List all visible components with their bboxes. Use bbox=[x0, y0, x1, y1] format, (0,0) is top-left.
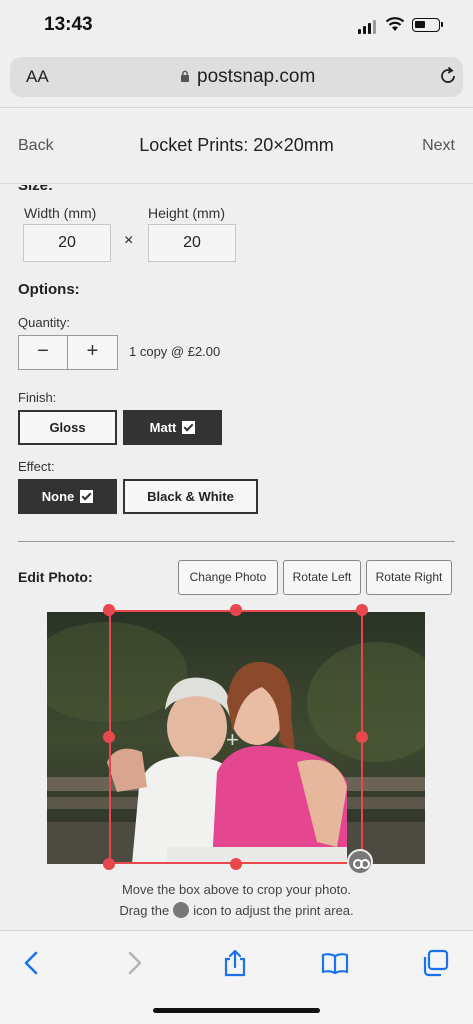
edit-photo-heading: Edit Photo: bbox=[18, 569, 93, 585]
checkbox-checked-icon bbox=[80, 490, 94, 503]
finish-label: Finish: bbox=[18, 390, 57, 405]
share-icon[interactable] bbox=[221, 949, 249, 977]
width-input[interactable]: 20 bbox=[23, 224, 111, 262]
crop-hint-line1: Move the box above to crop your photo. bbox=[121, 882, 352, 897]
size-heading: Size: bbox=[18, 185, 54, 194]
quantity-stepper: − + bbox=[18, 335, 118, 370]
hint-text-pre: Drag the bbox=[119, 903, 170, 918]
change-photo-button[interactable]: Change Photo bbox=[178, 560, 278, 595]
finish-matt-button[interactable]: Matt bbox=[123, 410, 222, 445]
hint-text-post: icon to adjust the print area. bbox=[193, 903, 354, 918]
next-link[interactable]: Next bbox=[422, 137, 455, 155]
reload-icon[interactable] bbox=[438, 66, 458, 86]
width-label: Width (mm) bbox=[24, 205, 97, 221]
finish-matt-label: Matt bbox=[149, 420, 177, 435]
crop-handle[interactable] bbox=[230, 604, 242, 616]
finish-gloss-button[interactable]: Gloss bbox=[18, 410, 117, 445]
quantity-increase-button[interactable]: + bbox=[68, 336, 117, 369]
lock-icon bbox=[181, 70, 189, 82]
effect-bw-label: Black & White bbox=[147, 489, 234, 504]
rotate-right-button[interactable]: Rotate Right bbox=[366, 560, 452, 595]
tabs-icon[interactable] bbox=[421, 949, 449, 977]
move-crosshair-icon[interactable]: + bbox=[226, 727, 239, 753]
quantity-decrease-button[interactable]: − bbox=[19, 336, 69, 369]
rotate-left-button[interactable]: Rotate Left bbox=[283, 560, 361, 595]
crop-handle[interactable] bbox=[230, 858, 242, 870]
wifi-icon bbox=[385, 17, 405, 31]
height-input[interactable]: 20 bbox=[148, 224, 236, 262]
effect-none-button[interactable]: None bbox=[18, 479, 117, 514]
crop-handle[interactable] bbox=[103, 604, 115, 616]
crop-handle[interactable] bbox=[103, 858, 115, 870]
url-host[interactable]: postsnap.com bbox=[197, 66, 315, 88]
page-title: Locket Prints: 20×20mm bbox=[139, 135, 334, 155]
times-sign: × bbox=[124, 232, 134, 249]
status-bar: 13:43 bbox=[0, 0, 473, 50]
signal-icon bbox=[358, 20, 376, 34]
back-icon[interactable] bbox=[18, 949, 46, 977]
battery-icon bbox=[412, 18, 443, 32]
crop-handle[interactable] bbox=[103, 731, 115, 743]
effect-none-label: None bbox=[41, 489, 75, 504]
height-label: Height (mm) bbox=[148, 205, 226, 221]
resize-handle-icon bbox=[173, 902, 190, 918]
resize-handle-icon[interactable] bbox=[347, 849, 373, 875]
address-bar[interactable]: AA postsnap.com bbox=[10, 57, 463, 97]
options-heading: Options: bbox=[18, 281, 80, 298]
effect-bw-button[interactable]: Black & White bbox=[123, 479, 258, 514]
section-divider bbox=[18, 541, 455, 542]
text-size-button[interactable]: AA bbox=[26, 67, 49, 87]
crop-handle[interactable] bbox=[356, 604, 368, 616]
status-time: 13:43 bbox=[44, 14, 93, 35]
home-indicator bbox=[153, 1008, 320, 1013]
bookmarks-icon[interactable] bbox=[321, 949, 349, 977]
page-header: Locket Prints: 20×20mm Back Next bbox=[0, 108, 473, 184]
effect-label: Effect: bbox=[18, 459, 55, 474]
finish-gloss-label: Gloss bbox=[49, 420, 86, 435]
crop-hint-line2: Drag the icon to adjust the print area. bbox=[0, 902, 473, 918]
main-content: Size: Width (mm) 20 × Height (mm) 20 Opt… bbox=[0, 185, 473, 930]
quantity-summary: 1 copy @ £2.00 bbox=[129, 344, 221, 359]
quantity-label: Quantity: bbox=[18, 315, 71, 330]
forward-icon[interactable] bbox=[120, 949, 148, 977]
back-link[interactable]: Back bbox=[18, 137, 54, 155]
checkbox-checked-icon bbox=[182, 421, 196, 434]
crop-handle[interactable] bbox=[356, 731, 368, 743]
